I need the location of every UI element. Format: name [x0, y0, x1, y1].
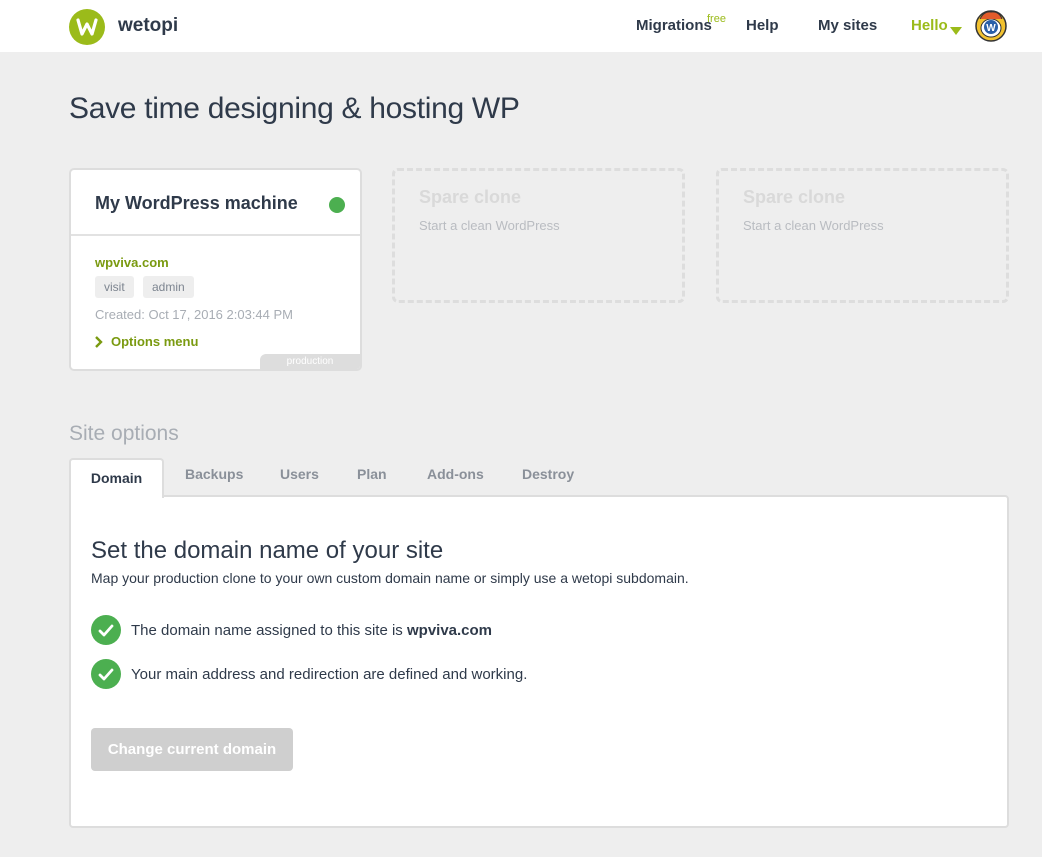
visit-button[interactable]: visit — [95, 276, 134, 298]
wetopi-logo-icon[interactable] — [69, 9, 105, 45]
user-avatar[interactable]: W — [974, 9, 1008, 45]
brand-name[interactable]: wetopi — [118, 15, 178, 37]
machine-title: My WordPress machine — [95, 193, 298, 213]
spare-clone-subtitle: Start a clean WordPress — [419, 218, 560, 233]
domain-panel: Set the domain name of your site Map you… — [69, 495, 1009, 828]
page-headline: Save time designing & hosting WP — [69, 92, 520, 125]
assigned-domain: wpviva.com — [406, 621, 493, 639]
spare-clone-slot[interactable]: Spare clone Start a clean WordPress — [392, 168, 685, 303]
created-timestamp: Created: Oct 17, 2016 2:03:44 PM — [95, 307, 294, 322]
redirection-status-text: Your main address and redirection are de… — [131, 665, 528, 683]
migrations-free-badge: free — [707, 13, 726, 25]
spare-clone-title: Spare clone — [743, 187, 846, 207]
card-header: My WordPress machine — [71, 170, 360, 236]
site-options-heading: Site options — [69, 422, 179, 445]
check-icon — [91, 659, 121, 689]
redirection-status: Your main address and redirection are de… — [91, 659, 527, 689]
status-online-indicator — [329, 197, 345, 213]
site-domain-link[interactable]: wpviva.com — [95, 255, 169, 270]
nav-help-link[interactable]: Help — [746, 17, 779, 34]
svg-text:W: W — [986, 23, 996, 34]
spare-clone-subtitle: Start a clean WordPress — [743, 218, 884, 233]
nav-migrations-link[interactable]: Migrations — [636, 17, 712, 34]
production-tag: production — [260, 354, 360, 369]
domain-assigned-text: The domain name assigned to this site is… — [131, 621, 493, 639]
tab-domain[interactable]: Domain — [69, 458, 164, 498]
admin-button[interactable]: admin — [143, 276, 194, 298]
tab-users[interactable]: Users — [280, 466, 319, 482]
nav-my-sites-link[interactable]: My sites — [818, 17, 877, 34]
top-navigation: wetopi Migrations free Help My sites Hel… — [0, 0, 1042, 52]
tab-plan[interactable]: Plan — [357, 466, 387, 482]
domain-panel-subtitle: Map your production clone to your own cu… — [91, 570, 689, 586]
tab-add-ons[interactable]: Add-ons — [427, 466, 484, 482]
chevron-right-icon — [95, 335, 103, 348]
options-menu-label: Options menu — [111, 334, 199, 349]
change-current-domain-button[interactable]: Change current domain — [91, 728, 293, 771]
spare-clone-slot[interactable]: Spare clone Start a clean WordPress — [716, 168, 1009, 303]
spare-clone-title: Spare clone — [419, 187, 522, 207]
tab-destroy[interactable]: Destroy — [522, 466, 574, 482]
check-icon — [91, 615, 121, 645]
options-menu-link[interactable]: Options menu — [95, 334, 198, 349]
tab-backups[interactable]: Backups — [185, 466, 243, 482]
user-menu-hello[interactable]: Hello — [911, 17, 948, 34]
domain-panel-title: Set the domain name of your site — [91, 537, 444, 564]
domain-assigned-status: The domain name assigned to this site is… — [91, 615, 492, 645]
wordpress-machine-card[interactable]: My WordPress machine wpviva.com visit ad… — [69, 168, 362, 371]
caret-down-icon[interactable] — [950, 22, 962, 40]
